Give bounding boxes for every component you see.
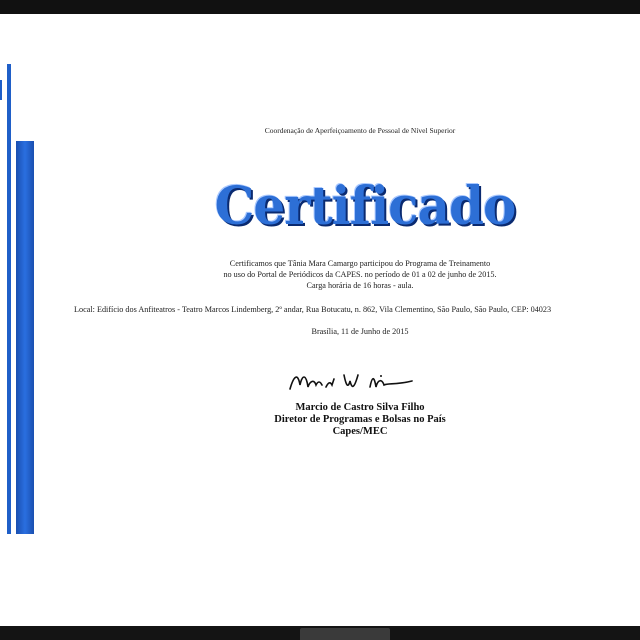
event-location: Local: Edifício dos Anfiteatros - Teatro… xyxy=(74,305,552,314)
signer-name: Marcio de Castro Silva Filho xyxy=(295,402,425,413)
body-line: no uso do Portal de Periódicos da CAPES.… xyxy=(223,270,497,279)
certificate-title: Certificado xyxy=(214,174,517,237)
handwritten-signature xyxy=(289,374,413,390)
left-decorative-stripe-thick xyxy=(16,141,34,534)
signer-block: Marcio de Castro Silva Filho Diretor de … xyxy=(230,402,490,438)
left-edge-accent xyxy=(0,80,2,100)
certificate-screenshot: Coordenação de Aperfeiçoamento de Pessoa… xyxy=(0,0,640,640)
top-frame-bar xyxy=(0,0,640,14)
bottom-tab xyxy=(300,628,390,640)
signer-organization: Capes/MEC xyxy=(332,426,388,437)
issue-date: Brasília, 11 de Junho de 2015 xyxy=(311,327,409,336)
signer-role: Diretor de Programas e Bolsas no País xyxy=(274,414,446,425)
bottom-frame-bar xyxy=(0,626,640,640)
body-line: Certificamos que Tânia Mara Camargo part… xyxy=(229,259,491,268)
issuer-header: Coordenação de Aperfeiçoamento de Pessoa… xyxy=(264,126,456,135)
body-line: Carga horária de 16 horas - aula. xyxy=(306,281,414,290)
left-decorative-stripe-thin xyxy=(7,64,11,534)
certificate-body: Certificamos que Tânia Mara Camargo part… xyxy=(180,258,540,291)
